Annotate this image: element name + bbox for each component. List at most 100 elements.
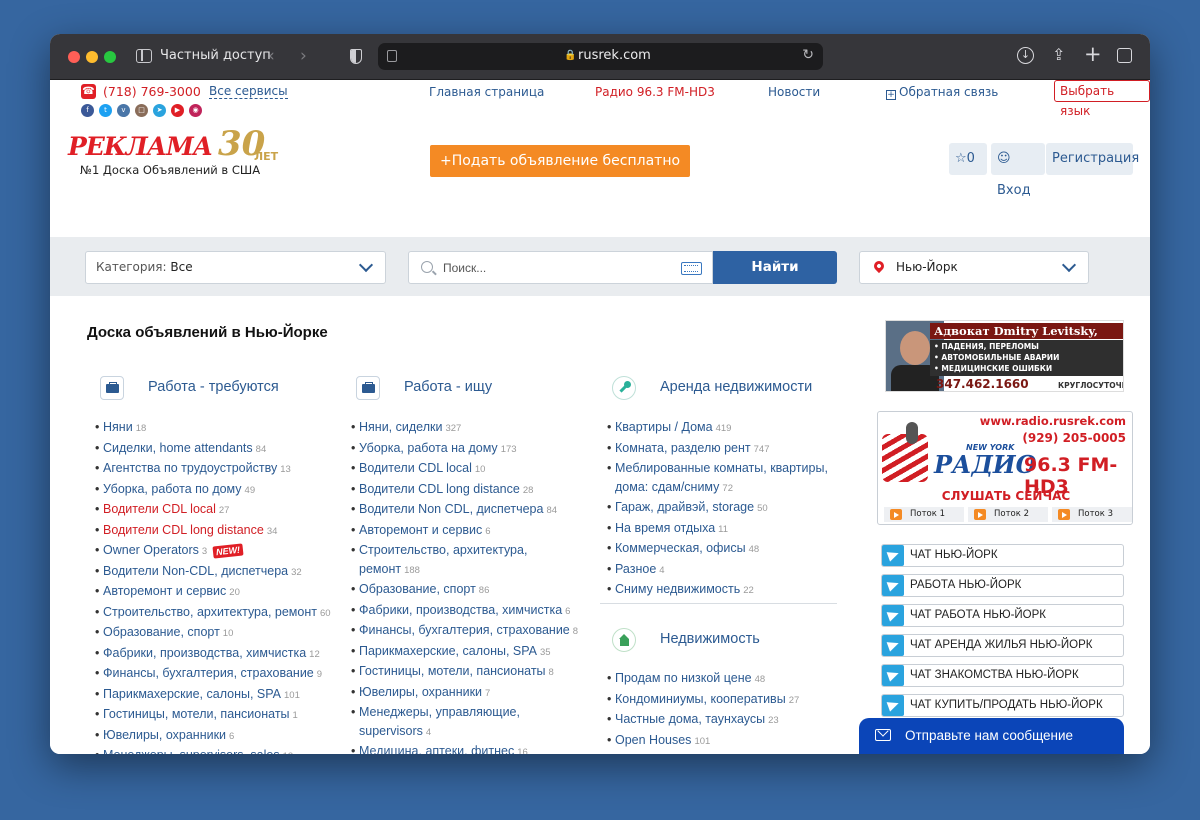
category-link[interactable]: Сиделки, home attendants bbox=[103, 441, 253, 455]
search-box[interactable] bbox=[408, 251, 713, 284]
category-link[interactable]: Водители Non-CDL, диспетчера bbox=[103, 564, 288, 578]
category-heading-real-estate[interactable]: Недвижимость bbox=[660, 631, 760, 647]
category-heading-jobs-seeking[interactable]: Работа - ищу bbox=[404, 379, 492, 395]
instagram-icon[interactable]: □ bbox=[135, 104, 148, 117]
category-link[interactable]: Водители CDL long distance bbox=[103, 523, 264, 537]
category-link[interactable]: Финансы, бухгалтерия, страхование bbox=[359, 623, 570, 637]
tab-overview-icon[interactable] bbox=[1117, 48, 1132, 63]
category-link[interactable]: Менеджеры, управляющие, supervisors bbox=[359, 705, 520, 738]
all-services-link[interactable]: Все сервисы bbox=[209, 84, 288, 99]
sidebar-toggle-icon[interactable] bbox=[136, 49, 152, 63]
category-link[interactable]: Няни bbox=[103, 420, 133, 434]
podcast-icon[interactable]: ◉ bbox=[189, 104, 202, 117]
category-link[interactable]: Строительство, архитектура, ремонт bbox=[359, 543, 527, 576]
phone-number[interactable]: (718) 769-3000 bbox=[103, 84, 201, 99]
facebook-icon[interactable]: f bbox=[81, 104, 94, 117]
telegram-chat-button[interactable]: ЧАТ ЗНАКОМСТВА НЬЮ-ЙОРК bbox=[881, 664, 1124, 687]
telegram-chat-button[interactable]: ЧАТ НЬЮ-ЙОРК bbox=[881, 544, 1124, 567]
category-link[interactable]: Сниму недвижимость bbox=[615, 582, 740, 596]
category-link[interactable]: Земля и участки bbox=[615, 753, 710, 754]
listen-now-link[interactable]: СЛУШАТЬ СЕЙЧАС bbox=[878, 489, 1132, 503]
category-link[interactable]: Уборка, работа по дому bbox=[103, 482, 242, 496]
telegram-chat-button[interactable]: ЧАТ АРЕНДА ЖИЛЬЯ НЬЮ-ЙОРК bbox=[881, 634, 1124, 657]
category-link[interactable]: Медицина, аптеки, фитнес bbox=[359, 744, 514, 754]
category-link[interactable]: Гостиницы, мотели, пансионаты bbox=[103, 707, 290, 721]
category-link[interactable]: Уборка, работа на дому bbox=[359, 441, 498, 455]
category-link[interactable]: Owner Operators bbox=[103, 543, 199, 557]
new-tab-icon[interactable]: + bbox=[1084, 42, 1102, 66]
telegram-chat-button[interactable]: ЧАТ КУПИТЬ/ПРОДАТЬ НЬЮ-ЙОРК bbox=[881, 694, 1124, 717]
category-link[interactable]: Парикмахерские, салоны, SPA bbox=[103, 687, 281, 701]
reload-icon[interactable]: ↻ bbox=[802, 47, 814, 63]
stream-2-button[interactable]: Поток 2 bbox=[968, 507, 1048, 522]
category-link[interactable]: Строительство, архитектура, ремонт bbox=[103, 605, 317, 619]
category-link[interactable]: Кондоминиумы, кооперативы bbox=[615, 692, 786, 706]
register-button[interactable]: Регистрация bbox=[1046, 143, 1139, 175]
category-link[interactable]: Водители CDL long distance bbox=[359, 482, 520, 496]
vk-icon[interactable]: v bbox=[117, 104, 130, 117]
category-link[interactable]: Образование, спорт bbox=[103, 625, 220, 639]
stream-1-button[interactable]: Поток 1 bbox=[884, 507, 964, 522]
lawyer-ad-banner[interactable]: Адвокат Dmitry Levitsky, Esq • ПАДЕНИЯ, … bbox=[885, 320, 1124, 392]
category-select[interactable]: Категория: Все bbox=[85, 251, 386, 284]
category-link[interactable]: Авторемонт и сервис bbox=[359, 523, 482, 537]
youtube-icon[interactable]: ▶ bbox=[171, 104, 184, 117]
forward-arrow-icon[interactable]: › bbox=[300, 46, 307, 66]
nav-home-link[interactable]: Главная страница bbox=[429, 85, 544, 99]
category-link[interactable]: Менеджеры, supervisors, sales bbox=[103, 748, 280, 754]
minimize-window-button[interactable] bbox=[86, 51, 98, 63]
category-link[interactable]: Образование, спорт bbox=[359, 582, 476, 596]
twitter-icon[interactable]: t bbox=[99, 104, 112, 117]
privacy-shield-icon[interactable] bbox=[350, 49, 362, 64]
category-link[interactable]: Коммерческая, офисы bbox=[615, 541, 746, 555]
location-select[interactable]: Нью-Йорк bbox=[859, 251, 1089, 284]
category-link[interactable]: Гараж, драйвэй, storage bbox=[615, 500, 754, 514]
category-link[interactable]: Частные дома, таунхаусы bbox=[615, 712, 765, 726]
category-link[interactable]: Продам по низкой цене bbox=[615, 671, 752, 685]
radio-ad-banner[interactable]: www.radio.rusrek.com (929) 205-0005 NEW … bbox=[877, 411, 1133, 525]
category-link[interactable]: Квартиры / Дома bbox=[615, 420, 713, 434]
category-link[interactable]: Финансы, бухгалтерия, страхование bbox=[103, 666, 314, 680]
telegram-chat-button[interactable]: ЧАТ РАБОТА НЬЮ-ЙОРК bbox=[881, 604, 1124, 627]
category-link[interactable]: Ювелиры, охранники bbox=[359, 685, 482, 699]
site-logo[interactable]: РЕКЛАМА 30 ЛЕТ №1 Доска Объявлений в США bbox=[68, 124, 278, 192]
back-arrow-icon[interactable]: ‹ bbox=[268, 46, 275, 66]
address-url[interactable]: rusrek.com bbox=[578, 48, 651, 63]
category-link[interactable]: Водители CDL local bbox=[103, 502, 216, 516]
category-link[interactable]: Комната, разделю рент bbox=[615, 441, 751, 455]
category-link[interactable]: Разное bbox=[615, 562, 656, 576]
category-link[interactable]: Няни, сиделки bbox=[359, 420, 442, 434]
search-button[interactable]: Найти bbox=[713, 251, 837, 284]
zoom-window-button[interactable] bbox=[104, 51, 116, 63]
telegram-icon[interactable]: ➤ bbox=[153, 104, 166, 117]
category-heading-jobs-wanted[interactable]: Работа - требуются bbox=[148, 379, 279, 395]
category-link[interactable]: Водители Non CDL, диспетчера bbox=[359, 502, 543, 516]
category-link[interactable]: Фабрики, производства, химчистка bbox=[103, 646, 306, 660]
category-link[interactable]: Водители CDL local bbox=[359, 461, 472, 475]
nav-radio-link[interactable]: Радио 96.3 FM-HD3 bbox=[595, 85, 715, 99]
category-link[interactable]: Парикмахерские, салоны, SPA bbox=[359, 644, 537, 658]
category-link[interactable]: Фабрики, производства, химчистка bbox=[359, 603, 562, 617]
chat-widget-button[interactable]: Отправьте нам сообщение bbox=[859, 718, 1124, 754]
stream-3-button[interactable]: Поток 3 bbox=[1052, 507, 1132, 522]
telegram-chat-button[interactable]: РАБОТА НЬЮ-ЙОРК bbox=[881, 574, 1124, 597]
category-link[interactable]: Авторемонт и сервис bbox=[103, 584, 226, 598]
category-heading-rentals[interactable]: Аренда недвижимости bbox=[660, 379, 812, 395]
category-link[interactable]: Open Houses bbox=[615, 733, 691, 747]
keyboard-icon[interactable] bbox=[681, 262, 702, 275]
language-select-button[interactable]: Выбрать язык bbox=[1054, 80, 1150, 118]
nav-news-link[interactable]: Новости bbox=[768, 85, 820, 99]
close-window-button[interactable] bbox=[68, 51, 80, 63]
share-icon[interactable]: ⇪ bbox=[1052, 45, 1065, 64]
download-icon[interactable]: ↓ bbox=[1017, 47, 1034, 64]
login-button[interactable]: ☺ Вход bbox=[991, 143, 1045, 198]
category-link[interactable]: На время отдыха bbox=[615, 521, 715, 535]
address-bar[interactable]: 🔒 rusrek.com ↻ bbox=[378, 43, 823, 70]
favorites-button[interactable]: ☆0 bbox=[949, 143, 987, 175]
search-input[interactable] bbox=[443, 259, 663, 277]
post-ad-button[interactable]: +Подать объявление бесплатно bbox=[430, 145, 690, 177]
category-link[interactable]: Гостиницы, мотели, пансионаты bbox=[359, 664, 546, 678]
nav-feedback-link[interactable]: + Обратная связь bbox=[886, 85, 998, 100]
category-link[interactable]: Ювелиры, охранники bbox=[103, 728, 226, 742]
category-link[interactable]: Агентства по трудоустройству bbox=[103, 461, 277, 475]
